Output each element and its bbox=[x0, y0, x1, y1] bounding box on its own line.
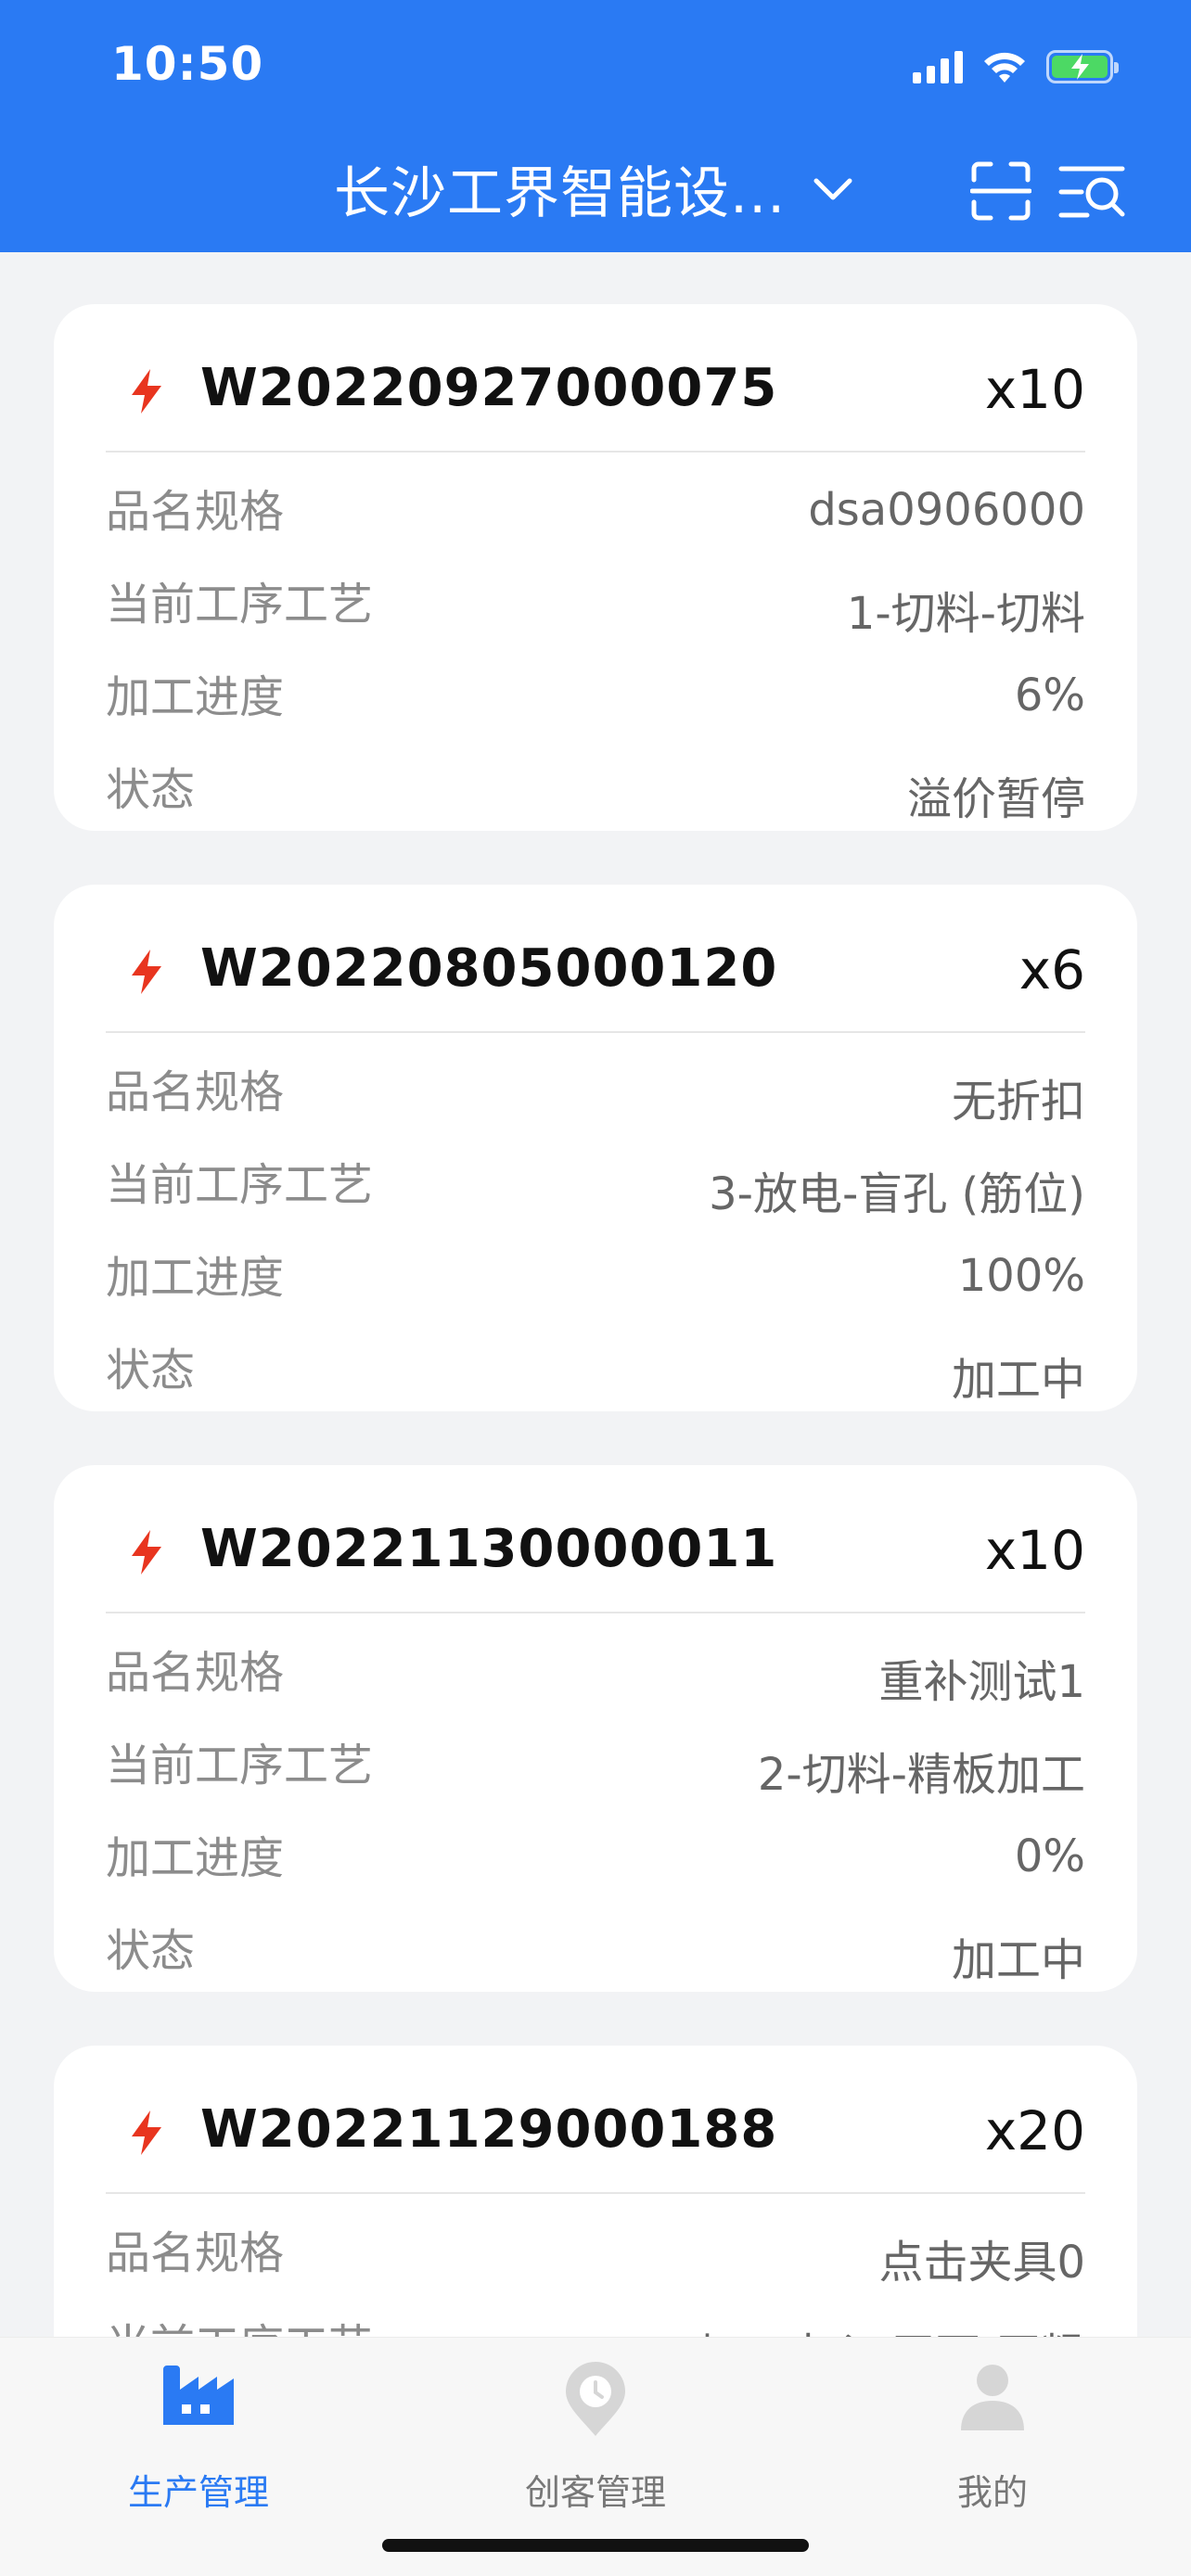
tab-label: 生产管理 bbox=[127, 2472, 269, 2513]
order-card-header: W20221130000011 x10 bbox=[106, 1502, 1085, 1613]
field-value: 1-切料-切料 bbox=[846, 588, 1085, 640]
field-value: 6% bbox=[1014, 670, 1085, 721]
field-value: 2-切料-精板加工 bbox=[757, 1749, 1085, 1801]
field-label: 品名规格 bbox=[106, 486, 285, 538]
scan-icon[interactable] bbox=[970, 161, 1031, 221]
battery-icon bbox=[1046, 50, 1119, 83]
field-label: 加工进度 bbox=[106, 1832, 285, 1884]
search-filter-icon[interactable] bbox=[1057, 163, 1126, 221]
lightning-icon bbox=[132, 1530, 161, 1575]
screen: 10:50 长沙工界智能设... W20220927000075 x10 品名规… bbox=[0, 0, 1191, 2576]
tab-production[interactable]: 生产管理 bbox=[0, 2338, 397, 2523]
field-label: 状态 bbox=[106, 764, 196, 816]
field-row: 状态 加工中 bbox=[106, 1317, 1085, 1409]
factory-icon bbox=[163, 2366, 234, 2425]
field-value: 加工中 bbox=[951, 1354, 1085, 1406]
order-card-header: W20221129000188 x20 bbox=[106, 2083, 1085, 2194]
order-card[interactable]: W20220927000075 x10 品名规格 dsa0906000 当前工序工… bbox=[54, 304, 1137, 831]
field-value: dsa0906000 bbox=[808, 484, 1085, 536]
lightning-icon bbox=[132, 369, 161, 414]
field-label: 品名规格 bbox=[106, 2227, 285, 2279]
field-label: 品名规格 bbox=[106, 1647, 285, 1699]
order-number: W20221130000011 bbox=[200, 1519, 778, 1579]
field-label: 当前工序工艺 bbox=[106, 1740, 374, 1792]
field-row: 当前工序工艺 3-放电-盲孔 (筋位) bbox=[106, 1131, 1085, 1224]
order-card[interactable]: W20220805000120 x6 品名规格 无折扣 当前工序工艺 3-放电-盲孔… bbox=[54, 885, 1137, 1411]
wifi-icon bbox=[984, 52, 1025, 83]
field-value: 3-放电-盲孔 (筋位) bbox=[709, 1168, 1085, 1220]
field-label: 状态 bbox=[106, 1925, 196, 1977]
field-row: 品名规格 重补测试1 bbox=[106, 1619, 1085, 1712]
order-card-header: W20220805000120 x6 bbox=[106, 922, 1085, 1033]
field-label: 当前工序工艺 bbox=[106, 1159, 374, 1211]
field-row: 品名规格 dsa0906000 bbox=[106, 458, 1085, 551]
order-fields: 品名规格 dsa0906000 当前工序工艺 1-切料-切料 加工进度 6% 状态 溢价… bbox=[106, 458, 1085, 829]
field-label: 状态 bbox=[106, 1345, 196, 1396]
field-row: 状态 溢价暂停 bbox=[106, 736, 1085, 829]
field-label: 加工进度 bbox=[106, 1252, 285, 1304]
order-quantity: x10 bbox=[984, 1519, 1085, 1582]
order-number: W20221129000188 bbox=[200, 2099, 778, 2160]
user-icon bbox=[961, 2365, 1024, 2430]
order-quantity: x6 bbox=[1018, 938, 1085, 1001]
company-selector[interactable]: 长沙工界智能设... bbox=[334, 156, 786, 226]
field-row: 当前工序工艺 2-切料-精板加工 bbox=[106, 1712, 1085, 1804]
field-row: 品名规格 点击夹具0 bbox=[106, 2200, 1085, 2292]
order-quantity: x20 bbox=[984, 2099, 1085, 2162]
cellular-signal-icon bbox=[913, 50, 963, 83]
field-value: 重补测试1 bbox=[878, 1656, 1085, 1708]
tab-label: 我的 bbox=[956, 2472, 1028, 2513]
status-time: 10:50 bbox=[111, 37, 264, 91]
order-fields: 品名规格 重补测试1 当前工序工艺 2-切料-精板加工 加工进度 0% 状态 加工中 bbox=[106, 1619, 1085, 1990]
tab-maker[interactable]: 创客管理 bbox=[397, 2338, 794, 2523]
field-row: 加工进度 6% bbox=[106, 644, 1085, 736]
field-value: 无折扣 bbox=[951, 1076, 1085, 1128]
field-row: 加工进度 0% bbox=[106, 1804, 1085, 1897]
order-fields: 品名规格 无折扣 当前工序工艺 3-放电-盲孔 (筋位) 加工进度 100% 状态 加工… bbox=[106, 1039, 1085, 1409]
tab-label: 创客管理 bbox=[524, 2472, 666, 2513]
field-row: 当前工序工艺 1-切料-切料 bbox=[106, 551, 1085, 644]
location-clock-icon bbox=[566, 2362, 625, 2436]
field-label: 加工进度 bbox=[106, 671, 285, 723]
order-number: W20220927000075 bbox=[200, 358, 778, 418]
field-value: 0% bbox=[1014, 1830, 1085, 1882]
field-row: 加工进度 100% bbox=[106, 1224, 1085, 1317]
field-value: 加工中 bbox=[951, 1934, 1085, 1986]
order-quantity: x10 bbox=[984, 358, 1085, 421]
order-card[interactable]: W20221130000011 x10 品名规格 重补测试1 当前工序工艺 2-切料… bbox=[54, 1465, 1137, 1992]
field-label: 品名规格 bbox=[106, 1066, 285, 1118]
field-value: 溢价暂停 bbox=[906, 773, 1085, 825]
order-card-header: W20220927000075 x10 bbox=[106, 341, 1085, 453]
lightning-icon bbox=[132, 950, 161, 994]
field-row: 品名规格 无折扣 bbox=[106, 1039, 1085, 1131]
lightning-icon bbox=[132, 2111, 161, 2155]
order-number: W20220805000120 bbox=[200, 938, 778, 999]
page-title: 长沙工界智能设... bbox=[334, 160, 787, 226]
home-indicator bbox=[382, 2539, 809, 2552]
tab-mine[interactable]: 我的 bbox=[794, 2338, 1191, 2523]
header: 10:50 长沙工界智能设... bbox=[0, 0, 1191, 252]
field-value: 100% bbox=[957, 1250, 1085, 1302]
status-icons bbox=[913, 41, 1119, 93]
chevron-down-icon[interactable] bbox=[811, 167, 855, 211]
field-row: 状态 加工中 bbox=[106, 1897, 1085, 1990]
field-label: 当前工序工艺 bbox=[106, 579, 374, 631]
field-value: 点击夹具0 bbox=[878, 2237, 1085, 2289]
order-list: W20220927000075 x10 品名规格 dsa0906000 当前工序工… bbox=[54, 304, 1137, 2576]
